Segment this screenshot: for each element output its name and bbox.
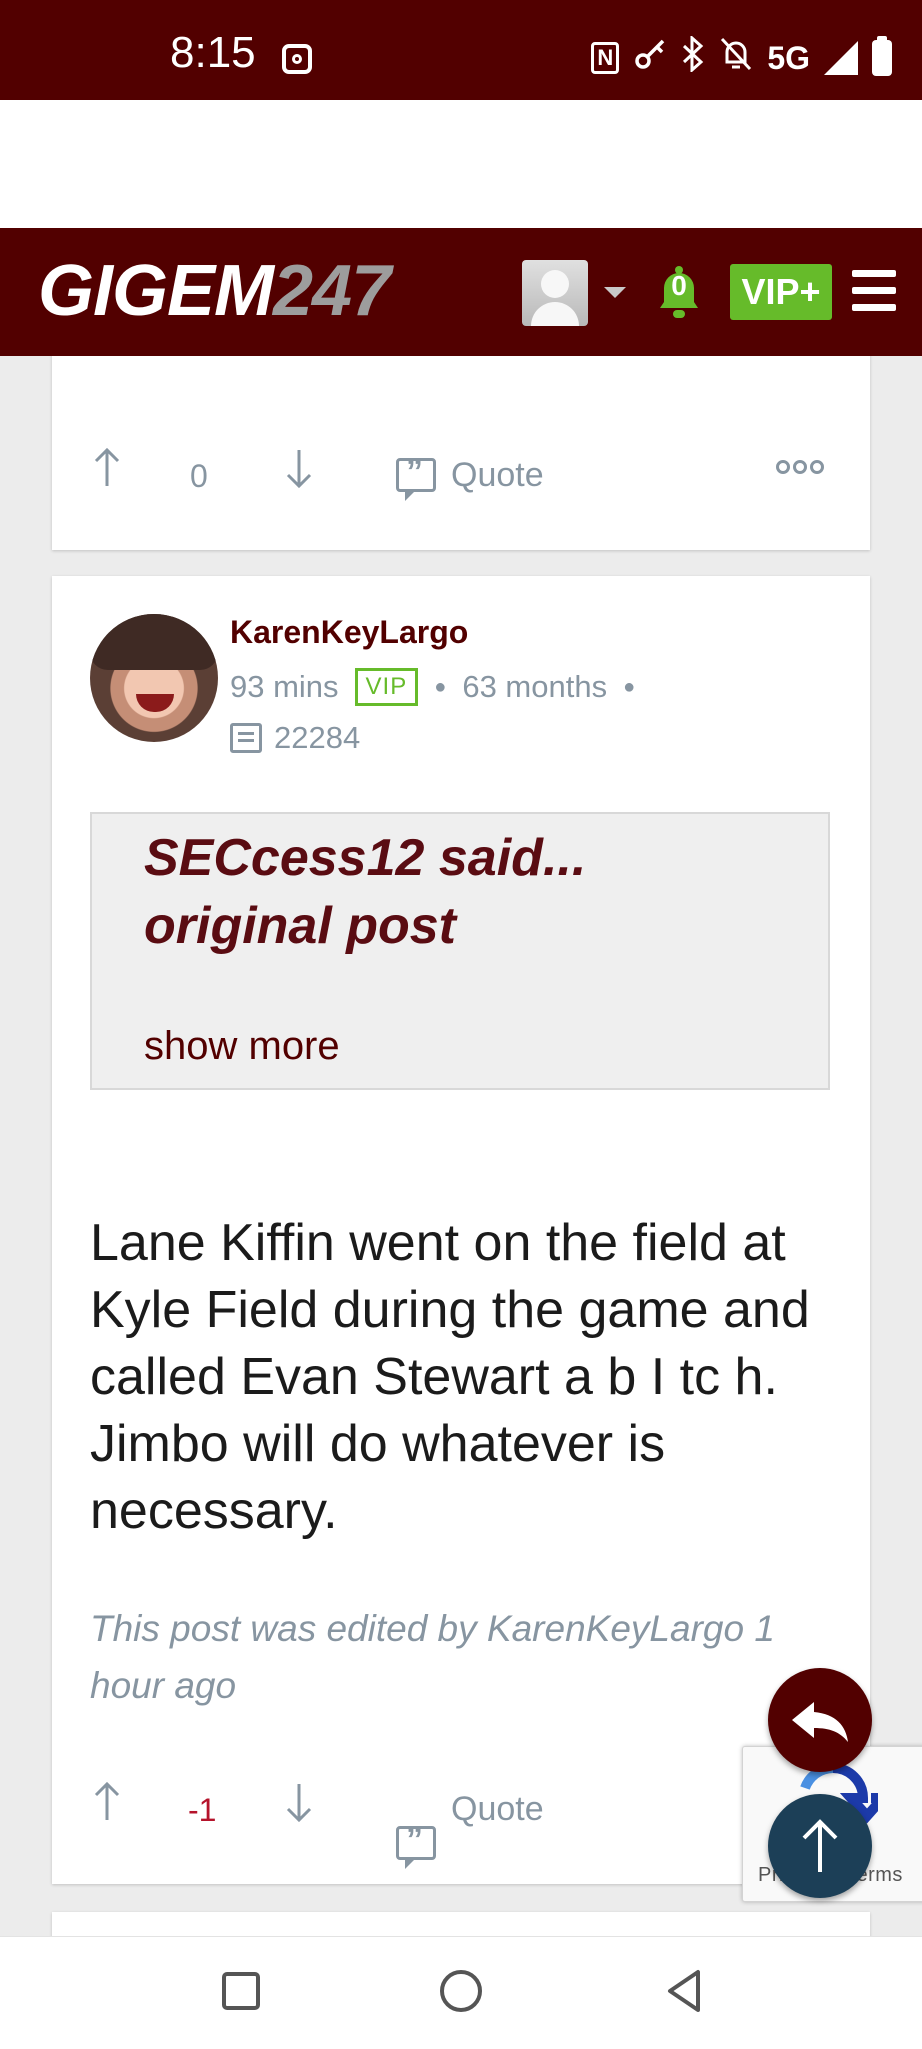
- logo-suffix: 247: [273, 251, 391, 331]
- post-count: 22284: [274, 720, 361, 755]
- downvote-arrow-icon[interactable]: [284, 1780, 314, 1824]
- edited-note: This post was edited by KarenKeyLargo 1 …: [90, 1608, 775, 1706]
- upvote-arrow-icon[interactable]: [92, 1780, 122, 1824]
- vote-count: -1: [188, 1792, 217, 1828]
- battery-icon: [872, 36, 892, 76]
- key-icon: [633, 37, 667, 80]
- mute-bell-icon: [719, 36, 753, 81]
- recents-square-icon[interactable]: [222, 1972, 260, 2010]
- quote-title[interactable]: original post: [144, 896, 456, 956]
- more-options-icon[interactable]: [776, 460, 824, 474]
- network-type: 5G: [767, 39, 810, 76]
- back-triangle-icon[interactable]: [664, 1968, 704, 2014]
- hamburger-menu-icon[interactable]: [852, 270, 896, 312]
- author-name[interactable]: KarenKeyLargo: [230, 614, 468, 651]
- separator-dot: ●: [623, 675, 636, 698]
- membership-length: 63 months: [462, 669, 608, 704]
- nfc-icon: N: [591, 42, 620, 74]
- separator-dot: ●: [434, 675, 447, 698]
- posts-icon: [230, 723, 262, 753]
- chevron-down-icon[interactable]: [604, 287, 626, 298]
- author-meta: 93 mins VIP ● 63 months ●: [230, 668, 635, 706]
- author-avatar[interactable]: [90, 614, 218, 742]
- logo-main: GIGEM: [38, 251, 274, 331]
- vip-plus-button[interactable]: VIP+: [730, 264, 832, 320]
- home-circle-icon[interactable]: [440, 1970, 482, 2012]
- author-post-count: 22284: [230, 720, 360, 756]
- reply-icon: [792, 1702, 848, 1742]
- quote-button[interactable]: Quote: [451, 1790, 544, 1829]
- quote-button[interactable]: Quote: [451, 456, 544, 495]
- signal-icon: [824, 41, 858, 75]
- user-avatar[interactable]: [522, 260, 588, 326]
- upvote-arrow-icon[interactable]: [92, 446, 122, 490]
- status-icons: N 5G: [591, 34, 892, 82]
- notification-count: 0: [671, 270, 687, 301]
- screen-record-icon: [282, 44, 312, 74]
- quote-icon[interactable]: [396, 453, 436, 501]
- downvote-arrow-icon[interactable]: [284, 446, 314, 490]
- post-body: Lane Kiffin went on the field at Kyle Fi…: [90, 1214, 810, 1540]
- vote-count: 0: [190, 458, 208, 494]
- arrow-up-icon: [802, 1819, 838, 1872]
- show-more-link[interactable]: show more: [144, 1024, 340, 1069]
- reply-button[interactable]: [768, 1668, 872, 1772]
- quote-icon[interactable]: [396, 1821, 436, 1869]
- scroll-to-top-button[interactable]: [768, 1794, 872, 1898]
- status-time: 8:15: [170, 28, 256, 77]
- vip-badge: VIP: [354, 668, 419, 706]
- post-time: 93 mins: [230, 669, 339, 704]
- ad-spacer: [0, 100, 922, 228]
- quote-author[interactable]: SECcess12 said...: [144, 828, 586, 888]
- site-logo[interactable]: GIGEM247: [38, 250, 391, 332]
- bluetooth-icon: [681, 34, 705, 81]
